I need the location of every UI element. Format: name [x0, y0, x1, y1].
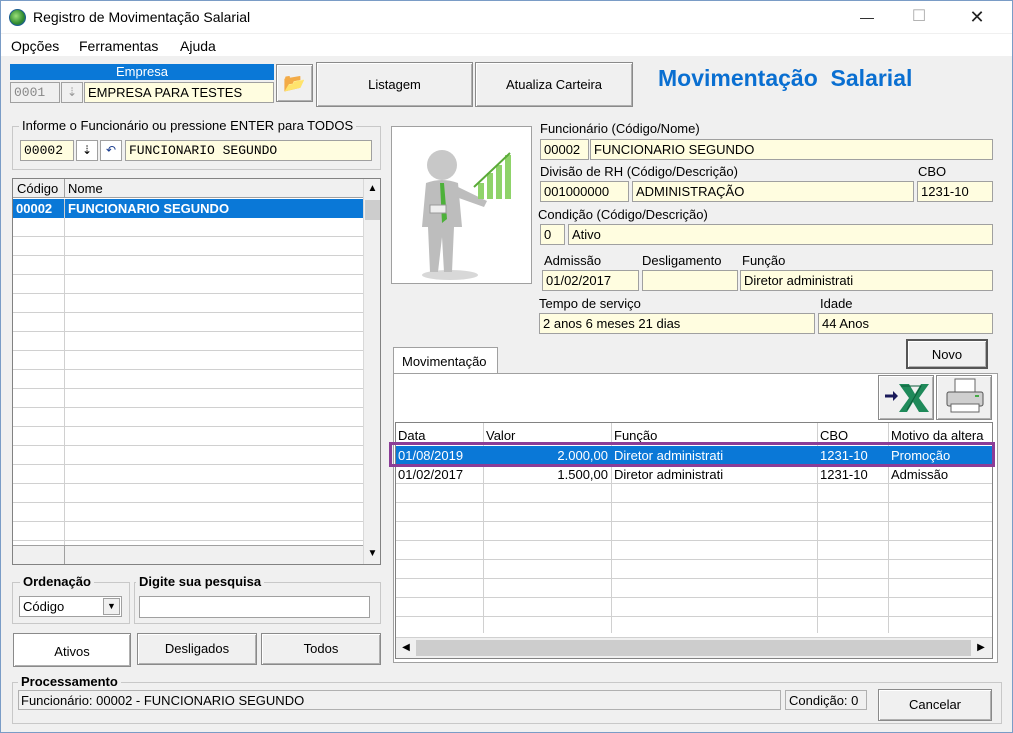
excel-icon — [885, 384, 929, 412]
funcao-field: Diretor administrati — [740, 270, 993, 291]
cbo-field: 1231-10 — [917, 181, 993, 202]
ordenacao-label: Ordenação — [20, 574, 94, 589]
app-window: Registro de Movimentação Salarial — ☐ ✕ … — [0, 0, 1013, 733]
mov-row[interactable]: 01/02/2017 1.500,00 Diretor administrati… — [396, 465, 992, 484]
minimize-button[interactable]: — — [847, 3, 887, 31]
scroll-up-icon[interactable]: ▲ — [365, 180, 380, 197]
list-empty-rows — [13, 218, 363, 545]
menu-opcoes[interactable]: Opções — [11, 38, 59, 54]
mov-cell-valor: 1.500,00 — [557, 467, 608, 482]
mov-col-motivo: Motivo da altera — [891, 428, 984, 443]
menu-ferramentas[interactable]: Ferramentas — [79, 38, 158, 54]
printer-icon — [946, 378, 984, 413]
mov-h-scrollbar[interactable]: ◀ ▶ — [396, 637, 992, 658]
list-footer — [13, 545, 363, 564]
menu-ajuda[interactable]: Ajuda — [180, 38, 216, 54]
folder-open-icon: 📂 — [283, 73, 306, 93]
idade-field: 44 Anos — [818, 313, 993, 334]
close-button[interactable]: ✕ — [957, 3, 997, 31]
mov-cell-funcao: Diretor administrati — [614, 467, 724, 482]
idade-label: Idade — [820, 296, 853, 311]
undo-icon[interactable]: ↶ — [100, 140, 122, 161]
open-folder-button[interactable]: 📂 — [276, 64, 313, 102]
tempo-label: Tempo de serviço — [539, 296, 641, 311]
todos-button[interactable]: Todos — [261, 633, 381, 665]
ordenacao-select[interactable]: Código ▼ — [19, 596, 122, 617]
chevron-down-icon[interactable]: ▼ — [103, 598, 120, 615]
mov-col-valor: Valor — [486, 428, 516, 443]
print-button[interactable] — [936, 375, 992, 420]
app-icon — [9, 9, 26, 26]
condicao-text: Condição: 0 — [789, 693, 859, 708]
employee-photo — [391, 126, 532, 284]
menu-bar: Opções Ferramentas Ajuda — [1, 34, 1012, 56]
div-name-field: ADMINISTRAÇÃO — [632, 181, 914, 202]
cbo-label: CBO — [918, 164, 947, 179]
list-col-nome: Nome — [68, 181, 103, 196]
cond-label: Condição (Código/Descrição) — [538, 207, 708, 222]
adm-field: 01/02/2017 — [542, 270, 639, 291]
window-title: Registro de Movimentação Salarial — [33, 9, 251, 25]
mov-cell-motivo: Admissão — [891, 467, 949, 482]
list-header: Código Nome — [13, 179, 363, 198]
scroll-thumb[interactable] — [365, 200, 380, 220]
atualiza-carteira-button[interactable]: Atualiza Carteira — [475, 62, 633, 107]
func-name-field: FUNCIONARIO SEGUNDO — [590, 139, 993, 160]
listagem-button[interactable]: Listagem — [316, 62, 473, 107]
processamento-label: Processamento — [18, 674, 121, 689]
pesquisa-label: Digite sua pesquisa — [136, 574, 265, 589]
func-code-field: 00002 — [540, 139, 589, 160]
empresa-name-field[interactable]: EMPRESA PARA TESTES — [84, 82, 274, 103]
search-group-title: Informe o Funcionário ou pressione ENTER… — [19, 118, 357, 133]
export-excel-button[interactable] — [878, 375, 934, 420]
div-label: Divisão de RH (Código/Descrição) — [540, 164, 738, 179]
list-row-name: FUNCIONARIO SEGUNDO — [68, 201, 230, 216]
tab-movimentacao[interactable]: Movimentação — [393, 347, 498, 374]
search-name-field[interactable]: FUNCIONARIO SEGUNDO — [125, 140, 372, 161]
ativos-button[interactable]: Ativos — [13, 633, 131, 667]
cond-code-field: 0 — [540, 224, 565, 245]
processamento-text: Funcionário: 00002 - FUNCIONARIO SEGUNDO — [21, 693, 305, 708]
tab-label: Movimentação — [402, 354, 487, 369]
list-scrollbar[interactable]: ▲ ▼ — [363, 179, 380, 564]
mov-cell-data: 01/02/2017 — [398, 467, 464, 482]
scroll-down-icon[interactable]: ▼ — [365, 545, 380, 562]
cancelar-button[interactable]: Cancelar — [878, 689, 992, 721]
list-row-code: 00002 — [16, 201, 53, 216]
list-col-codigo: Código — [17, 181, 59, 196]
selected-row-highlight — [389, 442, 995, 467]
scroll-left-icon[interactable]: ◀ — [398, 640, 414, 656]
processamento-status: Funcionário: 00002 - FUNCIONARIO SEGUNDO — [18, 690, 781, 710]
pesquisa-input[interactable] — [139, 596, 370, 618]
mov-col-data: Data — [398, 428, 426, 443]
mov-empty-rows — [396, 484, 992, 633]
maximize-button[interactable]: ☐ — [899, 3, 939, 31]
download-icon[interactable]: ⇣ — [76, 140, 98, 161]
cond-name-field: Ativo — [568, 224, 993, 245]
ordenacao-value: Código — [23, 599, 65, 614]
mov-cell-cbo: 1231-10 — [820, 467, 868, 482]
desl-label: Desligamento — [642, 253, 722, 268]
adm-label: Admissão — [544, 253, 602, 268]
app-heading: Movimentação Salarial — [658, 65, 913, 91]
scroll-right-icon[interactable]: ▶ — [973, 640, 989, 656]
employee-list-grid: Código Nome 00002 FUNCIONARIO SEGUNDO ▲ … — [12, 178, 381, 565]
div-code-field: 001000000 — [540, 181, 629, 202]
func-label: Funcionário (Código/Nome) — [540, 121, 700, 136]
mov-col-funcao: Função — [614, 428, 658, 443]
h-scroll-thumb[interactable] — [416, 640, 971, 656]
empresa-code-field[interactable]: 0001 — [10, 82, 60, 103]
novo-button[interactable]: Novo — [906, 339, 988, 369]
funcao-label: Função — [742, 253, 786, 268]
desl-field — [642, 270, 738, 291]
mov-col-cbo: CBO — [820, 428, 849, 443]
title-bar: Registro de Movimentação Salarial — ☐ ✕ — [1, 1, 1012, 33]
empresa-header: Empresa — [10, 64, 274, 80]
desligados-button[interactable]: Desligados — [137, 633, 257, 665]
list-row-selected[interactable]: 00002 FUNCIONARIO SEGUNDO — [13, 199, 363, 218]
condicao-status: Condição: 0 — [785, 690, 867, 710]
empresa-lookup-icon[interactable]: ⇣ — [61, 82, 83, 103]
tempo-field: 2 anos 6 meses 21 dias — [539, 313, 815, 334]
search-code-field[interactable]: 00002 — [20, 140, 74, 161]
